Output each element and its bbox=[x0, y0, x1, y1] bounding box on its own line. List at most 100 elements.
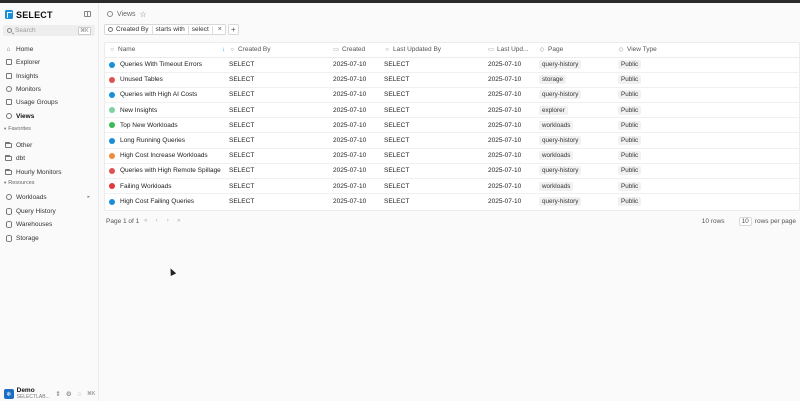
updated-by-cell: SELECT bbox=[384, 198, 410, 206]
shortcut-hint[interactable]: ⌘K bbox=[86, 390, 96, 398]
created-cell: 2025-07-10 bbox=[333, 117, 384, 134]
created-by-cell: SELECT bbox=[229, 132, 333, 149]
table-row[interactable]: Unused Tables SELECT 2025-07-10 SELECT 2025-… bbox=[105, 72, 800, 88]
sidebar-item-warehouses[interactable]: Warehouses bbox=[4, 218, 96, 230]
view-name[interactable]: Unused Tables bbox=[120, 76, 163, 83]
filter-bar: Created By starts with select × + bbox=[104, 24, 239, 35]
rows-per-page-select[interactable]: 10 bbox=[738, 216, 752, 226]
view-name[interactable]: Top New Workloads bbox=[120, 122, 178, 129]
org-switcher[interactable]: ❄ Demo SELECTLAB... ⇕ ⚙ ◌ ⌘K bbox=[4, 387, 96, 401]
sidebar-item-storage[interactable]: Storage bbox=[4, 232, 96, 244]
last-page-icon[interactable]: » bbox=[174, 217, 183, 225]
updated-cell: 2025-07-10 bbox=[488, 198, 522, 206]
search-input[interactable]: Search ⌘K bbox=[3, 25, 95, 36]
sidebar-item-label: Explorer bbox=[16, 58, 41, 66]
view-type-badge: Public bbox=[618, 75, 642, 85]
star-icon[interactable]: ☆ bbox=[140, 10, 147, 19]
sidebar-item-workloads[interactable]: Workloads ▸ bbox=[4, 191, 96, 203]
sidebar-toggle-icon[interactable] bbox=[84, 11, 91, 17]
view-name[interactable]: High Cost Increase Workloads bbox=[120, 152, 208, 159]
updated-by-cell: SELECT bbox=[384, 57, 488, 73]
page-badge: query-history bbox=[539, 197, 582, 207]
view-icon bbox=[109, 76, 115, 83]
sidebar-item-views[interactable]: Views bbox=[4, 110, 96, 122]
page-icon: ◇ bbox=[539, 47, 545, 54]
sort-arrow-icon[interactable]: ↓ bbox=[222, 47, 225, 53]
column-header-last-updated-by[interactable]: ○ Last Updated By bbox=[384, 43, 488, 58]
created-cell: 2025-07-10 bbox=[333, 132, 384, 149]
table-row[interactable]: High Cost Failing Queries SELECT 2025-07-1… bbox=[105, 194, 800, 209]
sidebar-item-monitors[interactable]: Monitors bbox=[4, 83, 96, 95]
view-name[interactable]: Queries With Timeout Errors bbox=[120, 61, 202, 68]
view-name[interactable]: Queries with High Remote Spillage bbox=[120, 167, 221, 174]
sidebar-item-label: Usage Groups bbox=[16, 98, 58, 106]
search-placeholder: Search bbox=[15, 27, 36, 34]
sidebar-item-explorer[interactable]: Explorer bbox=[4, 56, 96, 68]
created-cell: 2025-07-10 bbox=[333, 148, 384, 164]
brand[interactable]: SELECT bbox=[5, 9, 53, 20]
view-name[interactable]: Long Running Queries bbox=[120, 137, 185, 144]
resources-section-toggle[interactable]: ▾ Resources bbox=[4, 180, 35, 186]
table-row[interactable]: High Cost Increase Workloads SELECT 2025-0… bbox=[105, 148, 800, 164]
view-name[interactable]: Failing Workloads bbox=[120, 183, 172, 190]
updated-by-cell: SELECT bbox=[384, 163, 488, 180]
user-icon: ○ bbox=[230, 46, 234, 53]
sidebar-item-insights[interactable]: Insights bbox=[4, 70, 96, 82]
prev-page-icon[interactable]: ‹ bbox=[152, 217, 161, 225]
filter-value[interactable]: select bbox=[192, 26, 209, 33]
add-filter-button[interactable]: + bbox=[227, 24, 239, 35]
table-row[interactable]: Queries with High Remote Spillage SELECT 2… bbox=[105, 163, 800, 180]
view-name[interactable]: Queries with High AI Costs bbox=[120, 91, 197, 98]
close-icon[interactable]: × bbox=[216, 26, 222, 33]
settings-icon[interactable]: ⚙ bbox=[65, 390, 73, 398]
view-icon bbox=[109, 152, 115, 159]
select-logo-icon bbox=[5, 10, 13, 19]
table-row[interactable]: Long Running Queries SELECT 2025-07-10 SELE… bbox=[105, 132, 800, 149]
table-row[interactable]: Queries With Timeout Errors SELECT 2025-07… bbox=[105, 57, 800, 73]
filter-operator[interactable]: starts with bbox=[156, 26, 185, 33]
sidebar-item-home[interactable]: ⌂ Home bbox=[4, 43, 96, 55]
column-header-view-type[interactable]: ◇ View Type bbox=[618, 43, 800, 58]
sidebar-item-label: Other bbox=[16, 141, 33, 149]
chat-icon[interactable]: ◌ bbox=[76, 390, 84, 398]
favorites-section-toggle[interactable]: ▾ Favorites bbox=[4, 126, 31, 132]
updated-by-cell: SELECT bbox=[384, 178, 488, 195]
sidebar-item-label: Home bbox=[16, 45, 34, 53]
view-type-badge: Public bbox=[618, 166, 642, 176]
column-header-created-by[interactable]: ○ Created By bbox=[229, 43, 333, 58]
sidebar-item-dbt[interactable]: dbt bbox=[4, 152, 96, 164]
view-name[interactable]: New Insights bbox=[120, 107, 157, 114]
next-page-icon[interactable]: › bbox=[163, 217, 172, 225]
updated-cell: 2025-07-10 bbox=[488, 57, 539, 73]
created-by-cell: SELECT bbox=[229, 57, 333, 73]
column-header-created[interactable]: ▭ Created bbox=[333, 43, 384, 58]
table-row[interactable]: Queries with High AI Costs SELECT 2025-07-… bbox=[105, 87, 800, 104]
sidebar-item-usage-groups[interactable]: Usage Groups bbox=[4, 96, 96, 108]
sidebar-item-label: Workloads bbox=[16, 193, 47, 201]
view-type-badge: Public bbox=[618, 120, 642, 130]
chevron-right-icon[interactable]: ▸ bbox=[87, 194, 90, 200]
created-cell: 2025-07-10 bbox=[333, 163, 384, 180]
sidebar-item-query-history[interactable]: Query History bbox=[4, 205, 96, 217]
column-header-page[interactable]: ◇ Page bbox=[539, 43, 618, 58]
table-row[interactable]: New Insights SELECT 2025-07-10 SELECT 2025-0… bbox=[105, 102, 800, 119]
table-row[interactable]: Failing Workloads SELECT 2025-07-10 SELECT 2… bbox=[105, 178, 800, 195]
table-row[interactable]: Top New Workloads SELECT 2025-07-10 SELECT 2… bbox=[105, 117, 800, 134]
created-cell: 2025-07-10 bbox=[333, 198, 367, 206]
column-header-last-updated[interactable]: ▭ Last Upd... bbox=[488, 43, 539, 58]
sidebar-item-label: Monitors bbox=[16, 85, 41, 93]
sidebar-item-hourly-monitors[interactable]: Hourly Monitors bbox=[4, 166, 96, 178]
org-name: Demo bbox=[16, 387, 35, 394]
sidebar-item-other[interactable]: Other bbox=[4, 139, 96, 151]
column-header-name[interactable]: ○ Name ↓ bbox=[105, 43, 229, 58]
filter-chip[interactable]: Created By starts with select × bbox=[104, 24, 226, 35]
page-badge: workloads bbox=[539, 181, 574, 191]
chevron-updown-icon[interactable]: ⇕ bbox=[54, 390, 62, 398]
filter-field[interactable]: Created By bbox=[116, 26, 149, 33]
updated-cell: 2025-07-10 bbox=[488, 87, 539, 104]
first-page-icon[interactable]: « bbox=[141, 217, 150, 225]
view-icon bbox=[109, 107, 115, 114]
created-by-cell: SELECT bbox=[229, 117, 333, 134]
view-name[interactable]: High Cost Failing Queries bbox=[120, 198, 194, 205]
chevron-down-icon: ▾ bbox=[4, 180, 7, 185]
